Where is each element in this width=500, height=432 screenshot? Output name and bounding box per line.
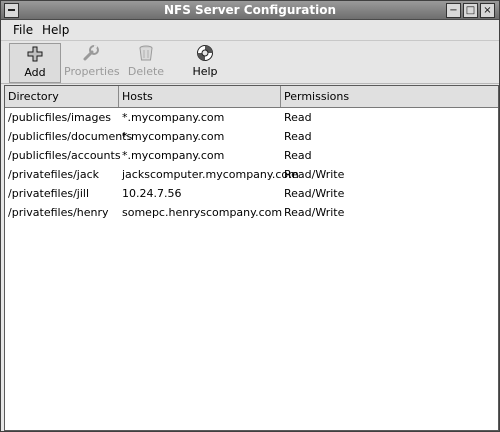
- menu-file[interactable]: File: [13, 23, 33, 37]
- maximize-button[interactable]: □: [463, 3, 478, 18]
- exports-table: Directory Hosts Permissions /publicfiles…: [4, 85, 499, 431]
- help-label: Help: [192, 65, 218, 78]
- table-row[interactable]: /publicfiles/documents *.mycompany.com R…: [5, 127, 498, 146]
- help-button[interactable]: Help: [185, 43, 225, 81]
- cell-directory: /publicfiles/accounts: [8, 149, 121, 162]
- delete-button[interactable]: Delete: [123, 43, 169, 81]
- properties-label: Properties: [64, 65, 120, 78]
- cell-hosts: jackscomputer.mycompany.com: [122, 168, 299, 181]
- column-header-permissions[interactable]: Permissions: [281, 86, 498, 107]
- table-row[interactable]: /privatefiles/jack jackscomputer.mycompa…: [5, 165, 498, 184]
- cell-directory: /privatefiles/jill: [8, 187, 90, 200]
- add-label: Add: [24, 66, 46, 79]
- table-header: Directory Hosts Permissions: [5, 86, 498, 108]
- cell-directory: /privatefiles/jack: [8, 168, 100, 181]
- cell-hosts: somepc.henryscompany.com: [122, 206, 283, 219]
- table-row[interactable]: /publicfiles/accounts *.mycompany.com Re…: [5, 146, 498, 165]
- cell-directory: /publicfiles/documents: [8, 130, 133, 143]
- table-row[interactable]: /privatefiles/henry somepc.henryscompany…: [5, 203, 498, 222]
- cell-directory: /publicfiles/images: [8, 111, 111, 124]
- cell-permissions: Read: [284, 130, 312, 143]
- column-header-directory[interactable]: Directory: [5, 86, 119, 107]
- column-header-hosts[interactable]: Hosts: [119, 86, 281, 107]
- add-button[interactable]: Add: [9, 43, 61, 83]
- minimize-button[interactable]: −: [446, 3, 461, 18]
- toolbar: Add Properties Delete Help: [1, 41, 499, 84]
- cell-permissions: Read: [284, 149, 312, 162]
- menu-help[interactable]: Help: [42, 23, 69, 37]
- table-row[interactable]: /privatefiles/jill 10.24.7.56 Read/Write: [5, 184, 498, 203]
- table-row[interactable]: /publicfiles/images *.mycompany.com Read: [5, 108, 498, 127]
- cell-directory: /privatefiles/henry: [8, 206, 109, 219]
- properties-button[interactable]: Properties: [64, 43, 120, 81]
- nfs-window: NFS Server Configuration − □ × File Help…: [0, 0, 500, 432]
- lifebuoy-icon: [197, 45, 213, 61]
- title-bar[interactable]: NFS Server Configuration − □ ×: [1, 1, 499, 20]
- cell-hosts: *.mycompany.com: [122, 111, 225, 124]
- cell-hosts: 10.24.7.56: [122, 187, 182, 200]
- cell-permissions: Read/Write: [284, 206, 345, 219]
- cell-hosts: *.mycompany.com: [122, 149, 225, 162]
- delete-label: Delete: [127, 65, 165, 78]
- cell-permissions: Read/Write: [284, 168, 345, 181]
- menu-bar: File Help: [1, 20, 499, 41]
- cell-hosts: *.mycompany.com: [122, 130, 225, 143]
- plus-icon: [27, 46, 43, 62]
- cell-permissions: Read: [284, 111, 312, 124]
- wrench-icon: [83, 45, 99, 61]
- window-title: NFS Server Configuration: [163, 3, 337, 17]
- cell-permissions: Read/Write: [284, 187, 345, 200]
- close-button[interactable]: ×: [480, 3, 495, 18]
- trash-icon: [139, 45, 153, 61]
